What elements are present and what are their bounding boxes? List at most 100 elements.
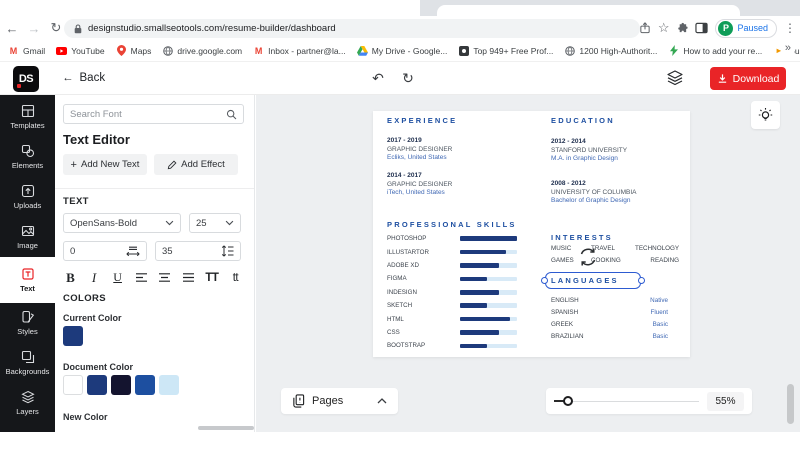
bookmarks-overflow-icon[interactable]: »: [781, 42, 794, 54]
current-color-label: Current Color: [63, 313, 122, 323]
languages-selected-element[interactable]: LANGUAGES: [541, 272, 645, 289]
align-center-button[interactable]: [156, 272, 173, 283]
add-effect-button[interactable]: Add Effect: [154, 154, 238, 175]
bookmark-gmail[interactable]: M Gmail: [8, 45, 45, 56]
skill-row: BOOTSTRAP: [387, 339, 517, 352]
bookmark-mydrive[interactable]: My Drive - Google...: [356, 45, 447, 56]
active-tab[interactable]: [437, 5, 740, 16]
lock-icon: [74, 23, 82, 33]
sidebar-item-elements[interactable]: Elements: [0, 137, 55, 177]
skills-heading[interactable]: PROFESSIONAL SKILLS: [387, 220, 517, 229]
experience-entry[interactable]: 2017 - 2019 GRAPHIC DESIGNER Ecliks, Uni…: [387, 137, 452, 163]
slider-handle[interactable]: [563, 396, 573, 406]
layers-toggle-button[interactable]: [660, 62, 690, 94]
redo-button[interactable]: ↻: [396, 62, 420, 94]
sidebar-item-text[interactable]: Text: [0, 257, 55, 303]
interests-grid[interactable]: MUSIC TRAVEL TECHNOLOGY GAMES COOKING RE…: [551, 245, 679, 264]
align-justify-button[interactable]: [180, 272, 197, 283]
pages-button[interactable]: Pages: [281, 388, 398, 414]
selection-handle-right[interactable]: [638, 276, 645, 284]
skills-list[interactable]: PHOTOSHOP ILLUSTARTOR ADOBE XD FIGMA IND…: [387, 232, 517, 353]
sidebar-item-uploads[interactable]: Uploads: [0, 177, 55, 217]
extensions-icon[interactable]: [676, 22, 689, 34]
education-heading[interactable]: EDUCATION: [551, 116, 615, 125]
uppercase-button[interactable]: TT: [203, 272, 220, 284]
download-button[interactable]: Download: [710, 67, 786, 90]
italic-button[interactable]: I: [86, 270, 103, 286]
back-button[interactable]: ← Back: [62, 62, 105, 94]
url-bar[interactable]: designstudio.smallseotools.com/resume-bu…: [64, 19, 640, 38]
zoom-slider[interactable]: [554, 388, 699, 414]
search-input[interactable]: [70, 108, 226, 120]
line-height-input[interactable]: 35: [155, 241, 241, 261]
panel-scrollbar[interactable]: [198, 426, 254, 430]
app-logo: DS: [13, 66, 39, 92]
lowercase-button[interactable]: tt: [227, 272, 244, 284]
skill-row: SKETCH: [387, 299, 517, 312]
sidebar-item-styles[interactable]: Styles: [0, 303, 55, 343]
color-swatch[interactable]: [159, 375, 179, 395]
app-header: DS ← Back ↶ ↻ Download: [0, 62, 800, 95]
undo-button[interactable]: ↶: [366, 62, 390, 94]
align-left-button[interactable]: [133, 272, 150, 283]
reload-icon[interactable]: ↻: [46, 18, 66, 38]
underline-button[interactable]: U: [109, 270, 126, 285]
back-nav-icon[interactable]: ←: [2, 18, 22, 38]
skill-bar: [460, 316, 517, 322]
font-family-value: OpenSans-Bold: [70, 217, 138, 229]
sidebar-item-layers[interactable]: Layers: [0, 383, 55, 423]
experience-heading[interactable]: EXPERIENCE: [387, 116, 457, 125]
bookmark-1200[interactable]: 1200 High-Authorit...: [564, 45, 657, 56]
search-icon: [226, 109, 237, 119]
letter-spacing-input[interactable]: 0: [63, 241, 147, 261]
resume-page[interactable]: EXPERIENCE 2017 - 2019 GRAPHIC DESIGNER …: [373, 111, 690, 357]
add-new-text-button[interactable]: + Add New Text: [63, 154, 147, 175]
color-swatch[interactable]: [111, 375, 131, 395]
color-swatch[interactable]: [63, 375, 83, 395]
menu-dots-icon[interactable]: ⋮: [784, 21, 796, 35]
experience-entry[interactable]: 2014 - 2017 GRAPHIC DESIGNER iTech, Unit…: [387, 172, 452, 198]
language-row: GREEK Basic: [551, 321, 668, 328]
font-family-select[interactable]: OpenSans-Bold: [63, 213, 181, 233]
education-entry[interactable]: 2008 - 2012 UNIVERSITY OF COLUMBIA Bache…: [551, 180, 636, 206]
canvas-scrollbar[interactable]: [787, 384, 794, 424]
share-icon[interactable]: [639, 22, 651, 34]
font-size-select[interactable]: 25: [189, 213, 241, 233]
bookmark-howto[interactable]: How to add your re...: [668, 45, 762, 56]
colors-section-label: COLORS: [63, 293, 107, 304]
languages-list[interactable]: ENGLISH Native SPANISH Fluent GREEK Basic B…: [551, 297, 668, 340]
font-search-box[interactable]: [63, 104, 244, 124]
side-panel-icon[interactable]: [695, 22, 709, 34]
color-swatch[interactable]: [87, 375, 107, 395]
bookmark-maps[interactable]: Maps: [116, 45, 151, 56]
bookmark-youtube[interactable]: YouTube: [56, 45, 105, 56]
education-entry[interactable]: 2012 - 2014 STANFORD UNIVERSITY M.A. in …: [551, 138, 627, 164]
tips-button[interactable]: [751, 101, 780, 129]
sidebar-item-templates[interactable]: Templates: [0, 97, 55, 137]
youtube-icon: [56, 45, 68, 56]
profile-chip[interactable]: P Paused: [715, 18, 777, 38]
color-swatch[interactable]: [135, 375, 155, 395]
line-height-icon: [221, 245, 234, 257]
interests-heading[interactable]: INTERESTS: [551, 233, 613, 242]
globe-icon: [564, 45, 575, 56]
line-height-value: 35: [162, 245, 173, 257]
sidebar-item-image[interactable]: Image: [0, 217, 55, 257]
gmail-icon: M: [9, 45, 18, 56]
url-text: designstudio.smallseotools.com/resume-bu…: [88, 23, 336, 34]
bookmark-inbox[interactable]: M Inbox - partner@la...: [253, 45, 346, 56]
forward-nav-icon[interactable]: →: [24, 18, 44, 38]
design-canvas[interactable]: EXPERIENCE 2017 - 2019 GRAPHIC DESIGNER …: [256, 95, 800, 432]
tool-sidebar: Templates Elements Uploads Image Text St…: [0, 95, 55, 432]
styles-icon: [21, 311, 34, 324]
bookmark-top949[interactable]: Top 949+ Free Prof...: [458, 45, 553, 56]
bookmark-drive-link[interactable]: drive.google.com: [162, 45, 242, 56]
selection-handle-left[interactable]: [541, 276, 548, 284]
skill-bar: [460, 236, 517, 241]
sidebar-item-backgrounds[interactable]: Backgrounds: [0, 343, 55, 383]
bold-button[interactable]: B: [62, 270, 79, 286]
rotate-handle-icon[interactable]: [577, 246, 599, 268]
skill-bar: [460, 343, 517, 349]
bookmark-star-icon[interactable]: ☆: [658, 20, 670, 36]
current-color-swatch[interactable]: [63, 326, 83, 346]
